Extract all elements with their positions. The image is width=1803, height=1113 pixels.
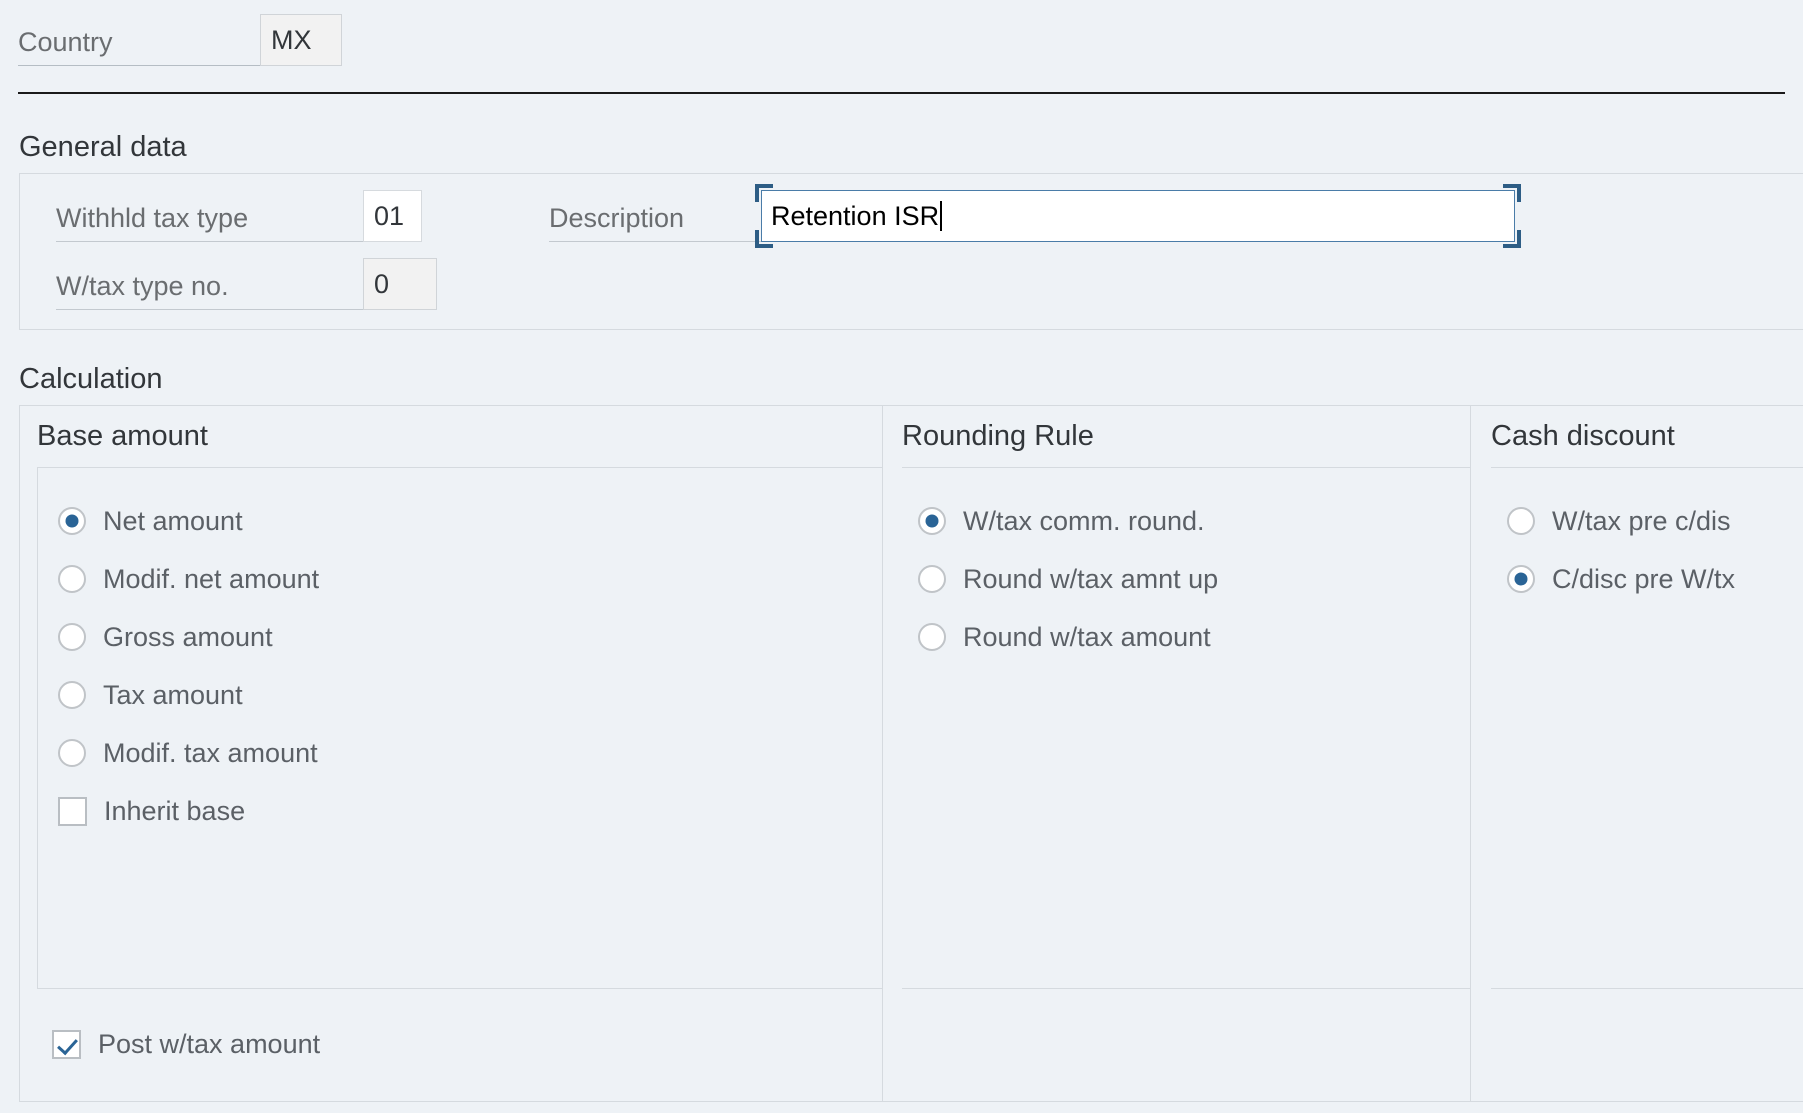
country-label-wrap: Country — [18, 29, 260, 66]
cash-discount-group-box: W/tax pre c/dis C/disc pre W/tx — [1491, 467, 1803, 989]
cash-discount-title: Cash discount — [1471, 422, 1803, 451]
radio-icon[interactable] — [58, 739, 86, 767]
description-label-wrap: Description — [549, 205, 761, 242]
radio-label: W/tax comm. round. — [963, 508, 1205, 535]
description-input[interactable]: Retention ISR — [761, 190, 1515, 242]
description-label: Description — [549, 205, 761, 232]
wtax-type-no-row: W/tax type no. 0 — [56, 258, 437, 310]
radio-label: Round w/tax amount — [963, 624, 1211, 651]
radio-icon[interactable] — [58, 565, 86, 593]
base-amount-column: Base amount Net amount Modif. net amount… — [20, 406, 882, 1101]
country-field-row: Country MX — [18, 14, 398, 66]
wtax-type-no-label: W/tax type no. — [56, 273, 363, 300]
radio-icon[interactable] — [58, 681, 86, 709]
calculation-panel: Base amount Net amount Modif. net amount… — [19, 405, 1803, 1102]
rounding-rule-group-box: W/tax comm. round. Round w/tax amnt up R… — [902, 467, 1470, 989]
country-label: Country — [18, 29, 260, 56]
cash-discount-column: Cash discount W/tax pre c/dis C/disc pre… — [1470, 406, 1803, 1101]
general-data-panel: Withhld tax type 01 W/tax type no. 0 Des… — [19, 173, 1803, 330]
withhld-tax-type-label: Withhld tax type — [56, 205, 363, 232]
radio-label: C/disc pre W/tx — [1552, 566, 1735, 593]
radio-label: W/tax pre c/dis — [1552, 508, 1731, 535]
radio-option-cdisc-pre-wtx[interactable]: C/disc pre W/tx — [1491, 550, 1803, 608]
radio-icon[interactable] — [1507, 565, 1535, 593]
radio-icon[interactable] — [58, 623, 86, 651]
radio-option-modif-tax-amount[interactable]: Modif. tax amount — [38, 724, 882, 782]
country-value-field[interactable]: MX — [260, 14, 342, 66]
checkbox-label: Inherit base — [104, 798, 245, 825]
radio-label: Tax amount — [103, 682, 243, 709]
general-data-title: General data — [19, 133, 187, 162]
base-amount-option-list: Net amount Modif. net amount Gross amoun… — [38, 468, 882, 840]
description-row: Description Retention ISR — [549, 190, 1515, 242]
text-cursor — [940, 201, 942, 231]
wtax-type-no-label-wrap: W/tax type no. — [56, 273, 363, 310]
radio-icon[interactable] — [918, 623, 946, 651]
radio-icon[interactable] — [1507, 507, 1535, 535]
radio-label: Net amount — [103, 508, 243, 535]
checkbox-label: Post w/tax amount — [98, 1031, 320, 1058]
description-field-wrapper: Retention ISR — [761, 190, 1515, 242]
radio-option-gross-amount[interactable]: Gross amount — [38, 608, 882, 666]
radio-option-round-wtax-amnt-up[interactable]: Round w/tax amnt up — [902, 550, 1470, 608]
calculation-columns: Base amount Net amount Modif. net amount… — [20, 406, 1803, 1101]
calculation-title: Calculation — [19, 365, 162, 394]
checkbox-icon[interactable] — [58, 797, 87, 826]
checkbox-option-inherit-base[interactable]: Inherit base — [38, 782, 882, 840]
radio-option-round-wtax-amount[interactable]: Round w/tax amount — [902, 608, 1470, 666]
radio-option-net-amount[interactable]: Net amount — [38, 492, 882, 550]
checkbox-option-post-wtax-amount[interactable]: Post w/tax amount — [52, 1030, 320, 1059]
cash-discount-option-list: W/tax pre c/dis C/disc pre W/tx — [1491, 468, 1803, 608]
radio-icon[interactable] — [918, 565, 946, 593]
radio-option-tax-amount[interactable]: Tax amount — [38, 666, 882, 724]
radio-option-wtax-pre-cdis[interactable]: W/tax pre c/dis — [1491, 492, 1803, 550]
radio-option-modif-net-amount[interactable]: Modif. net amount — [38, 550, 882, 608]
rounding-rule-option-list: W/tax comm. round. Round w/tax amnt up R… — [902, 468, 1470, 666]
withhld-tax-type-label-wrap: Withhld tax type — [56, 205, 363, 242]
description-input-text: Retention ISR — [771, 201, 939, 232]
base-amount-title: Base amount — [20, 422, 882, 451]
radio-option-wtax-comm-round[interactable]: W/tax comm. round. — [902, 492, 1470, 550]
base-amount-group-box: Net amount Modif. net amount Gross amoun… — [37, 467, 882, 989]
rounding-rule-column: Rounding Rule W/tax comm. round. Round w… — [882, 406, 1470, 1101]
radio-label: Modif. net amount — [103, 566, 319, 593]
radio-icon[interactable] — [58, 507, 86, 535]
withhld-tax-type-input[interactable]: 01 — [363, 190, 422, 242]
radio-label: Modif. tax amount — [103, 740, 318, 767]
wtax-type-no-value: 0 — [363, 258, 437, 310]
radio-icon[interactable] — [918, 507, 946, 535]
radio-label: Gross amount — [103, 624, 273, 651]
rounding-rule-title: Rounding Rule — [883, 422, 1470, 451]
checkbox-icon[interactable] — [52, 1030, 81, 1059]
header-divider — [18, 92, 1785, 94]
radio-label: Round w/tax amnt up — [963, 566, 1218, 593]
withhld-tax-type-row: Withhld tax type 01 — [56, 190, 422, 242]
